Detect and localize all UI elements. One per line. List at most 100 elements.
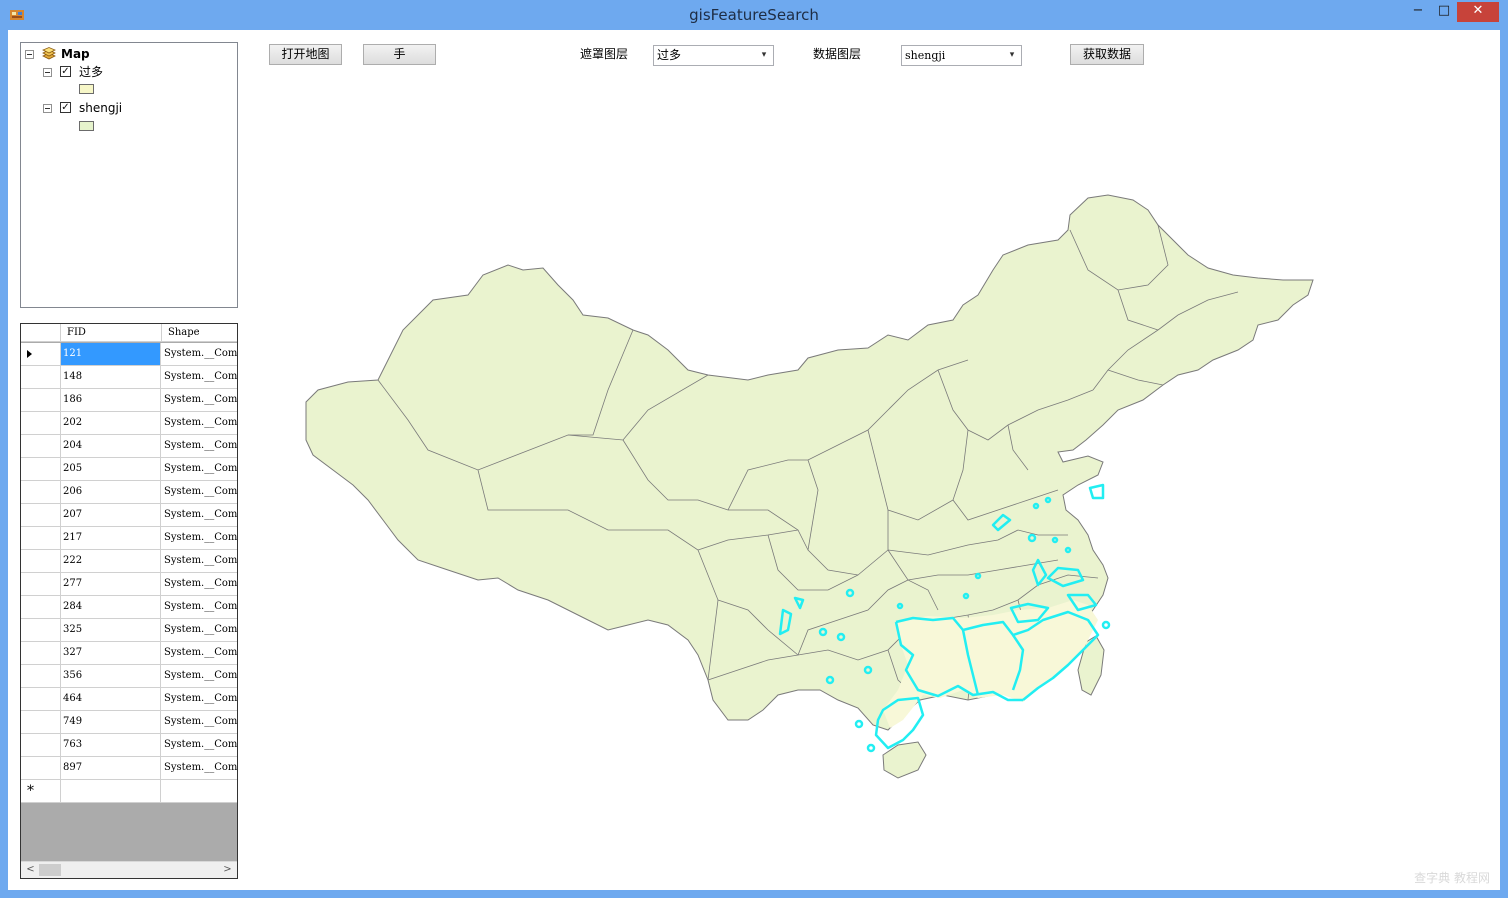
layer-visibility-checkbox[interactable]: ✓: [60, 102, 71, 113]
cell-fid[interactable]: 148: [61, 366, 161, 388]
cell-shape[interactable]: System.__ComObject: [162, 757, 237, 779]
table-row[interactable]: 327System.__ComObject: [21, 642, 237, 665]
row-header[interactable]: [21, 550, 61, 572]
table-row[interactable]: 763System.__ComObject: [21, 734, 237, 757]
table-row[interactable]: 217System.__ComObject: [21, 527, 237, 550]
row-header[interactable]: [21, 412, 61, 434]
cell-shape[interactable]: System.__ComObject: [162, 527, 237, 549]
cell-shape[interactable]: System.__ComObject: [162, 343, 237, 365]
row-header[interactable]: [21, 711, 61, 733]
cell-fid[interactable]: 356: [61, 665, 161, 687]
cell-shape[interactable]: System.__ComObject: [162, 412, 237, 434]
table-row[interactable]: 148System.__ComObject: [21, 366, 237, 389]
table-row[interactable]: 206System.__ComObject: [21, 481, 237, 504]
table-row[interactable]: 121System.__ComObject: [21, 343, 237, 366]
collapse-icon[interactable]: [43, 68, 52, 77]
row-header[interactable]: [21, 366, 61, 388]
cell-shape[interactable]: System.__ComObject: [162, 573, 237, 595]
table-row[interactable]: 325System.__ComObject: [21, 619, 237, 642]
cell-shape[interactable]: System.__ComObject: [162, 596, 237, 618]
row-header[interactable]: [21, 527, 61, 549]
cell-shape[interactable]: System.__ComObject: [162, 435, 237, 457]
table-of-contents[interactable]: Map ✓ 过多 ✓ shengji: [20, 42, 238, 308]
table-row[interactable]: 204System.__ComObject: [21, 435, 237, 458]
pan-tool-button[interactable]: 手: [363, 44, 436, 65]
open-map-button[interactable]: 打开地图: [269, 44, 342, 65]
get-data-button[interactable]: 获取数据: [1070, 44, 1144, 65]
new-row[interactable]: *: [21, 780, 237, 803]
scroll-left-icon[interactable]: <: [23, 863, 38, 877]
cell-fid[interactable]: 204: [61, 435, 161, 457]
cell-fid[interactable]: 284: [61, 596, 161, 618]
cell-shape[interactable]: [162, 780, 237, 802]
minimize-button[interactable]: −: [1405, 2, 1431, 22]
cell-fid[interactable]: 763: [61, 734, 161, 756]
cell-shape[interactable]: System.__ComObject: [162, 711, 237, 733]
cell-shape[interactable]: System.__ComObject: [162, 550, 237, 572]
cell-fid[interactable]: 222: [61, 550, 161, 572]
layer-visibility-checkbox[interactable]: ✓: [60, 66, 71, 77]
row-header[interactable]: [21, 757, 61, 779]
map-control[interactable]: [244, 80, 1494, 880]
row-header[interactable]: [21, 389, 61, 411]
table-row[interactable]: 222System.__ComObject: [21, 550, 237, 573]
collapse-icon[interactable]: [25, 50, 34, 59]
attribute-grid[interactable]: FID Shape 121System.__ComObject148System…: [20, 323, 238, 879]
cell-fid[interactable]: 749: [61, 711, 161, 733]
row-header[interactable]: [21, 665, 61, 687]
chevron-down-icon[interactable]: ▾: [757, 48, 771, 63]
row-header[interactable]: *: [21, 780, 61, 802]
cell-fid[interactable]: 217: [61, 527, 161, 549]
cell-fid[interactable]: 206: [61, 481, 161, 503]
table-row[interactable]: 277System.__ComObject: [21, 573, 237, 596]
toc-layer-item[interactable]: ✓ shengji: [43, 99, 223, 117]
cell-shape[interactable]: System.__ComObject: [162, 458, 237, 480]
row-header[interactable]: [21, 619, 61, 641]
data-layer-select[interactable]: shengji ▾: [901, 45, 1022, 66]
collapse-icon[interactable]: [43, 104, 52, 113]
cell-fid[interactable]: 327: [61, 642, 161, 664]
scroll-thumb[interactable]: [39, 864, 61, 876]
mask-layer-select[interactable]: 过多 ▾: [653, 45, 774, 66]
cell-shape[interactable]: System.__ComObject: [162, 481, 237, 503]
scroll-right-icon[interactable]: >: [220, 863, 235, 877]
row-header[interactable]: [21, 504, 61, 526]
title-bar[interactable]: gisFeatureSearch − □ ✕: [0, 0, 1508, 30]
row-header[interactable]: [21, 481, 61, 503]
cell-fid[interactable]: 464: [61, 688, 161, 710]
table-row[interactable]: 464System.__ComObject: [21, 688, 237, 711]
cell-shape[interactable]: System.__ComObject: [162, 504, 237, 526]
cell-shape[interactable]: System.__ComObject: [162, 389, 237, 411]
cell-shape[interactable]: System.__ComObject: [162, 619, 237, 641]
cell-fid[interactable]: [61, 780, 161, 802]
table-row[interactable]: 749System.__ComObject: [21, 711, 237, 734]
row-header[interactable]: [21, 343, 61, 365]
cell-fid[interactable]: 205: [61, 458, 161, 480]
cell-shape[interactable]: System.__ComObject: [162, 688, 237, 710]
table-row[interactable]: 186System.__ComObject: [21, 389, 237, 412]
table-row[interactable]: 356System.__ComObject: [21, 665, 237, 688]
table-row[interactable]: 205System.__ComObject: [21, 458, 237, 481]
column-header-fid[interactable]: FID: [61, 324, 162, 342]
table-row[interactable]: 897System.__ComObject: [21, 757, 237, 780]
cell-fid[interactable]: 202: [61, 412, 161, 434]
row-header[interactable]: [21, 458, 61, 480]
cell-shape[interactable]: System.__ComObject: [162, 642, 237, 664]
cell-fid[interactable]: 207: [61, 504, 161, 526]
cell-shape[interactable]: System.__ComObject: [162, 366, 237, 388]
row-header[interactable]: [21, 435, 61, 457]
row-header[interactable]: [21, 734, 61, 756]
table-row[interactable]: 207System.__ComObject: [21, 504, 237, 527]
cell-fid[interactable]: 121: [61, 343, 161, 365]
cell-fid[interactable]: 186: [61, 389, 161, 411]
cell-shape[interactable]: System.__ComObject: [162, 734, 237, 756]
table-row[interactable]: 284System.__ComObject: [21, 596, 237, 619]
toc-root[interactable]: Map: [25, 45, 225, 63]
row-header[interactable]: [21, 596, 61, 618]
toc-layer-item[interactable]: ✓ 过多: [43, 63, 223, 81]
cell-fid[interactable]: 325: [61, 619, 161, 641]
column-header-shape[interactable]: Shape: [162, 324, 237, 342]
row-header[interactable]: [21, 573, 61, 595]
row-header[interactable]: [21, 642, 61, 664]
chevron-down-icon[interactable]: ▾: [1005, 48, 1019, 63]
